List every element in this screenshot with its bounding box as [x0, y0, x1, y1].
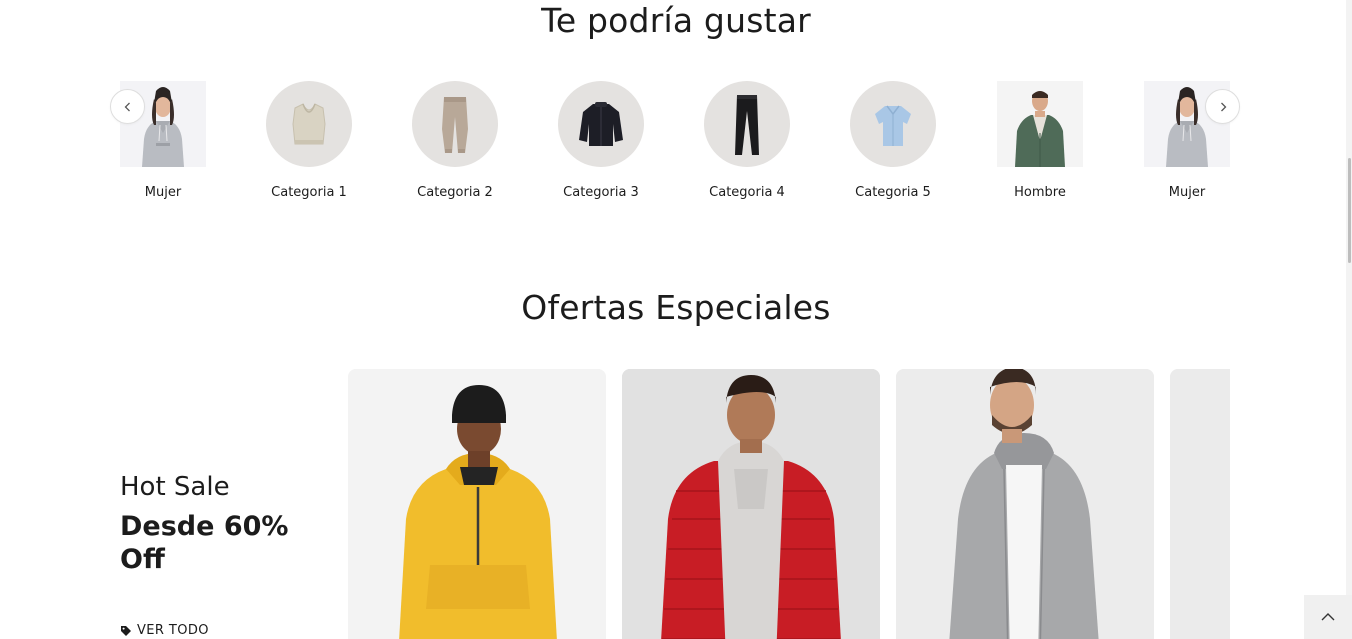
carousel-prev-button[interactable]	[110, 89, 145, 124]
product-card[interactable]	[1170, 369, 1230, 639]
category-item-categoria-2[interactable]: Categoria 2	[412, 81, 498, 200]
view-all-label: VER TODO	[137, 623, 209, 638]
red-puffer-jacket-photo	[622, 369, 880, 639]
back-to-top-button[interactable]	[1304, 595, 1352, 639]
chevron-right-icon	[1220, 102, 1226, 111]
section-title-offers: Ofertas Especiales	[521, 288, 831, 327]
shirt-icon	[850, 81, 936, 167]
section-title-recommended: Te podría gustar	[541, 1, 811, 40]
chevron-left-icon	[124, 102, 130, 111]
tag-icon	[121, 626, 131, 636]
category-item-categoria-3[interactable]: Categoria 3	[558, 81, 644, 200]
category-carousel: Mujer Categoria 1 Categoria 2 Categoria …	[120, 81, 1230, 211]
view-all-link[interactable]: VER TODO	[120, 622, 209, 639]
pants-icon	[412, 81, 498, 167]
grey-zip-hoodie-photo	[896, 369, 1154, 639]
category-label: Mujer	[144, 185, 182, 200]
jacket-icon	[558, 81, 644, 167]
trousers-icon	[704, 81, 790, 167]
category-item-categoria-4[interactable]: Categoria 4	[704, 81, 790, 200]
man-cardigan-photo	[997, 81, 1083, 167]
product-photo	[1170, 369, 1230, 639]
vest-icon	[266, 81, 352, 167]
category-label: Mujer	[1168, 185, 1206, 200]
category-label: Categoria 5	[855, 185, 931, 200]
category-label: Hombre	[1014, 185, 1066, 200]
product-card[interactable]	[896, 369, 1154, 639]
category-label: Categoria 4	[709, 185, 785, 200]
promo-kicker: Hot Sale	[120, 472, 230, 502]
category-label: Categoria 2	[417, 185, 493, 200]
product-card[interactable]	[348, 369, 606, 639]
category-label: Categoria 1	[271, 185, 347, 200]
chevron-up-icon	[1321, 613, 1335, 621]
carousel-next-button[interactable]	[1205, 89, 1240, 124]
scrollbar-thumb[interactable]	[1348, 158, 1351, 263]
category-label: Categoria 3	[563, 185, 639, 200]
promo-block: Hot Sale Desde 60% Off	[120, 470, 330, 576]
category-item-categoria-5[interactable]: Categoria 5	[850, 81, 936, 200]
category-item-hombre[interactable]: Hombre	[997, 81, 1083, 200]
yellow-anorak-photo	[348, 369, 606, 639]
category-item-categoria-1[interactable]: Categoria 1	[266, 81, 352, 200]
product-card[interactable]	[622, 369, 880, 639]
promo-headline: Desde 60% Off	[120, 511, 289, 575]
